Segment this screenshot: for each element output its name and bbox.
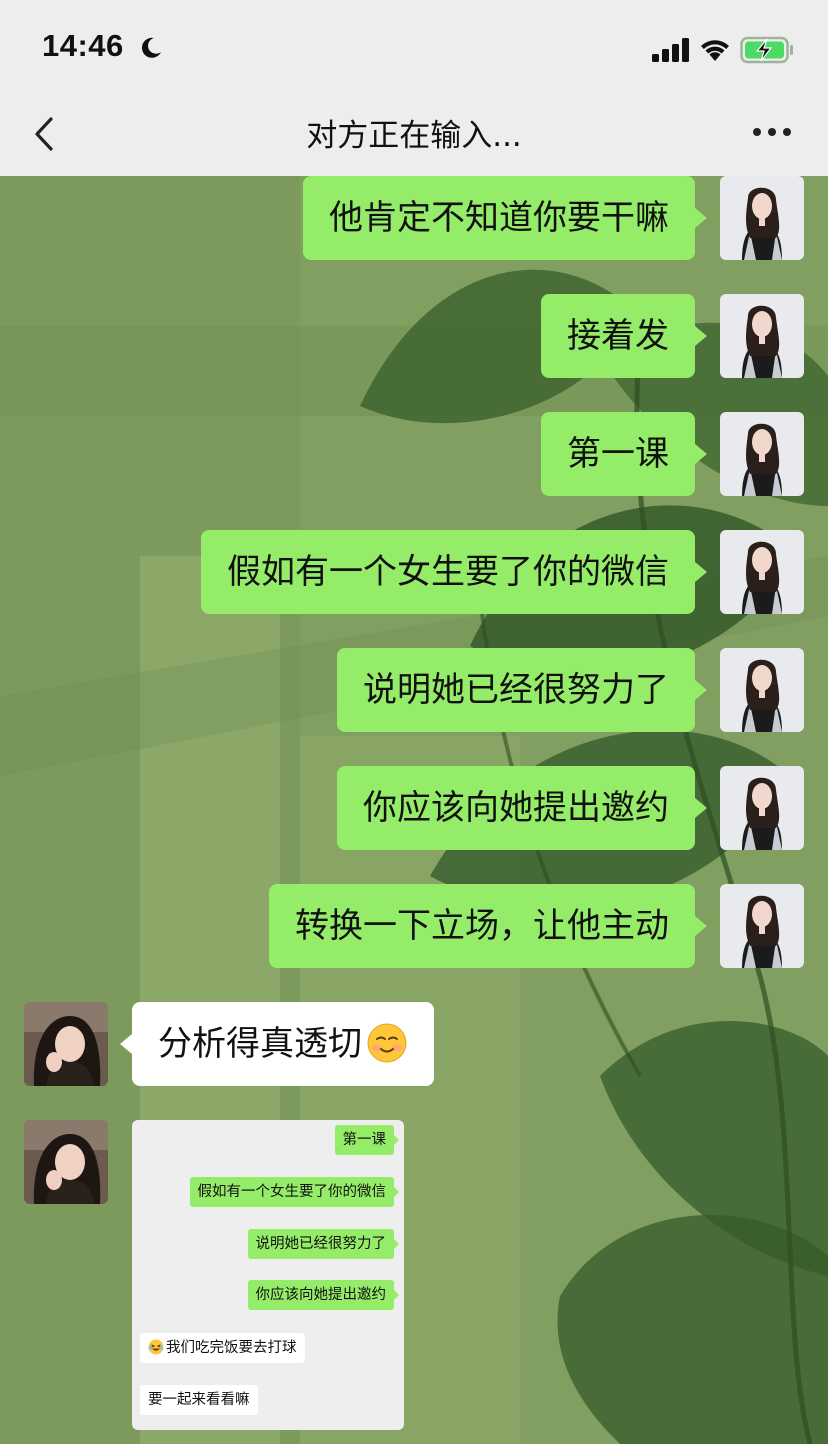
message-bubble-outgoing[interactable]: 第一课 bbox=[541, 412, 707, 496]
my-avatar[interactable] bbox=[720, 766, 804, 850]
laughing-emoji-icon bbox=[148, 1339, 164, 1355]
smiling-face-icon bbox=[367, 1023, 407, 1062]
more-icon[interactable] bbox=[750, 120, 794, 144]
mini-bubble-incoming: 我们吃完饭要去打球 bbox=[140, 1333, 305, 1363]
my-avatar[interactable] bbox=[720, 294, 804, 378]
moon-icon bbox=[141, 37, 161, 58]
shared-screenshot-image[interactable]: 第一课 假如有一个女生要了你的微信 说明她已经很努力了 你应该向她提出邀约 我们… bbox=[132, 1120, 404, 1430]
mini-bubble-outgoing: 假如有一个女生要了你的微信 bbox=[189, 1177, 399, 1207]
mini-bubble-outgoing: 你应该向她提出邀约 bbox=[247, 1280, 399, 1310]
chat-title: 对方正在输入... bbox=[306, 118, 522, 154]
message-bubble-outgoing[interactable]: 你应该向她提出邀约 bbox=[337, 766, 707, 850]
my-avatar[interactable] bbox=[720, 412, 804, 496]
wifi-icon bbox=[701, 40, 729, 61]
my-avatar[interactable] bbox=[720, 884, 804, 968]
status-time: 14:46 bbox=[42, 28, 124, 63]
signal-icon bbox=[652, 38, 689, 62]
chat-area[interactable]: 他肯定不知道你要干嘛 接着发 第一课 假如有一个女生要了你的微信 说明她已经很努… bbox=[0, 176, 828, 1444]
message-bubble-outgoing[interactable]: 假如有一个女生要了你的微信 bbox=[201, 530, 707, 614]
message-bubble-outgoing[interactable]: 转换一下立场，让他主动 bbox=[269, 884, 707, 968]
mini-bubble-outgoing: 说明她已经很努力了 bbox=[247, 1229, 399, 1259]
my-avatar[interactable] bbox=[720, 648, 804, 732]
message-bubble-incoming[interactable]: 分析得真透切 bbox=[120, 1002, 434, 1086]
contact-avatar[interactable] bbox=[24, 1002, 108, 1086]
mini-bubble-incoming: 要一起来看看嘛 bbox=[140, 1385, 258, 1415]
status-bar: 14:46 bbox=[0, 0, 828, 96]
chat-header: 对方正在输入... bbox=[0, 96, 828, 176]
battery-charging-icon bbox=[740, 36, 793, 64]
mini-bubble-outgoing: 第一课 bbox=[334, 1125, 399, 1155]
message-bubble-outgoing[interactable]: 说明她已经很努力了 bbox=[337, 648, 707, 732]
contact-avatar[interactable] bbox=[24, 1120, 108, 1204]
message-bubble-outgoing[interactable]: 他肯定不知道你要干嘛 bbox=[303, 176, 707, 260]
message-bubble-outgoing[interactable]: 接着发 bbox=[541, 294, 707, 378]
my-avatar[interactable] bbox=[720, 530, 804, 614]
wechat-chat-screen: 14:46 对方正在输入... 他肯定不知道你要干嘛 接着发 第一课 假如有一个… bbox=[0, 0, 828, 1444]
my-avatar[interactable] bbox=[720, 176, 804, 260]
